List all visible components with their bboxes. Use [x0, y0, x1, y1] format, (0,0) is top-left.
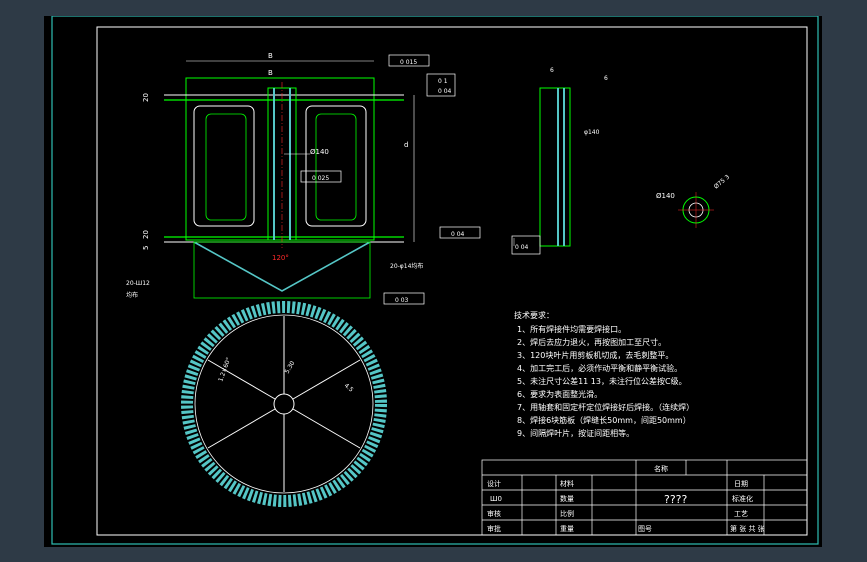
detail-dim-right: Ø75 3 — [713, 173, 731, 190]
title-block-text: 名称 设计 材料 日期 Ш0 数量 标准化 ???? 审核 比例 工艺 审批 重… — [487, 464, 765, 533]
tol-right: 0 04 — [451, 231, 465, 238]
tb-scale: 比例 — [560, 509, 574, 518]
cad-drawing-window: B B d 20 20 5 Ø140 0 015 0 025 0 04 0 03… — [0, 0, 867, 562]
cone-angle: 120° — [272, 254, 289, 262]
tb-material: 材料 — [560, 479, 574, 488]
side-tol: 0 04 — [515, 244, 529, 251]
tb-check: 审核 — [487, 509, 501, 518]
tb-sheets: 第 张 共 张 — [730, 524, 765, 533]
tech-item: 9、间隔焊叶片，按证间距相等。 — [517, 428, 634, 438]
drawing-sheet: B B d 20 20 5 Ø140 0 015 0 025 0 04 0 03… — [44, 15, 822, 547]
gdt-line2: 0 04 — [438, 88, 452, 95]
tol-center: 0 025 — [312, 175, 329, 182]
housing-envelope — [185, 77, 375, 241]
tech-requirements: 技术要求： 1、所有焊接件均需要焊接口。 2、焊后去应力退火，再按图加工至尺寸。… — [514, 310, 694, 438]
dim-top-1: B — [268, 52, 273, 60]
dim-left-side: 5 — [142, 246, 150, 250]
tb-approve: 审批 — [487, 524, 501, 533]
tol-top: 0 015 — [400, 59, 417, 66]
dim-right: d — [404, 141, 408, 149]
tb-name-label: 名称 — [654, 464, 668, 473]
weld-right-note: 20-φ14均布 — [390, 262, 423, 270]
tech-item: 3、120块叶片用剪板机切成，去毛刺整平。 — [517, 350, 673, 360]
wheel-hub — [273, 393, 295, 415]
tech-item: 8、焊接6块筋板（焊缝长50mm，间距50mm） — [517, 415, 691, 425]
tol-bottom: 0 03 — [395, 297, 409, 304]
tb-quantity: 数量 — [560, 494, 574, 503]
front-view: B B d 20 20 5 Ø140 0 015 0 025 0 04 0 03… — [126, 52, 481, 305]
dim-left-top: 20 — [142, 93, 150, 102]
tech-item: 7、用轴套和固定杆定位焊接好后焊接。（连续焊） — [517, 402, 694, 412]
tech-item: 2、焊后去应力退火，再按图加工至尺寸。 — [517, 337, 666, 347]
tech-item: 1、所有焊接件均需要焊接口。 — [517, 324, 626, 334]
top-label-r2: 5.30 — [284, 360, 297, 375]
tb-date: 日期 — [734, 480, 748, 488]
tech-item: 5、未注尺寸公差11 13，未注行位公差按C级。 — [517, 376, 687, 386]
tech-title: 技术要求： — [514, 310, 554, 320]
tb-process: 工艺 — [734, 510, 748, 518]
title-block — [481, 459, 808, 536]
drawing-svg: B B d 20 20 5 Ø140 0 015 0 025 0 04 0 03… — [51, 15, 819, 545]
weld-left-note: 20-Ш12 — [126, 280, 150, 287]
weld-left-note2: 均布 — [126, 291, 138, 299]
top-label-r1: 1.2×60° — [217, 357, 232, 383]
detail-bore: Ø140 — [656, 192, 675, 200]
tech-item: 4、加工完工后，必须作动平衡和静平衡试验。 — [517, 363, 682, 373]
cone-bottom — [193, 241, 371, 292]
tb-design: 设计 — [487, 479, 501, 488]
bore-dim: Ø140 — [310, 148, 329, 156]
gdt-line1: 0 1 — [438, 78, 448, 85]
dim-left-bottom: 20 — [142, 230, 150, 239]
top-label-r3: 4.5 — [343, 382, 355, 394]
tb-drawn: Ш0 — [490, 495, 502, 503]
top-view: 1.2×60° 5.30 4.5 — [181, 301, 387, 507]
side-weld: 6 — [604, 75, 608, 82]
tech-item: 6、要求为表面整光滑。 — [517, 389, 602, 399]
side-angle: 6 — [550, 67, 554, 74]
wheel-spokes — [207, 316, 361, 492]
tb-standard: 标准化 — [732, 494, 753, 503]
side-view: 0 04 φ140 6 6 — [511, 67, 608, 255]
tb-weight: 重量 — [560, 525, 574, 533]
tb-drawing-no: 图号 — [638, 525, 652, 533]
tb-drawing-name: ???? — [664, 493, 688, 506]
dim-top-2: B — [268, 69, 273, 77]
detail-view: Ø140 Ø75 3 — [656, 173, 731, 228]
side-bore: φ140 — [584, 129, 600, 136]
